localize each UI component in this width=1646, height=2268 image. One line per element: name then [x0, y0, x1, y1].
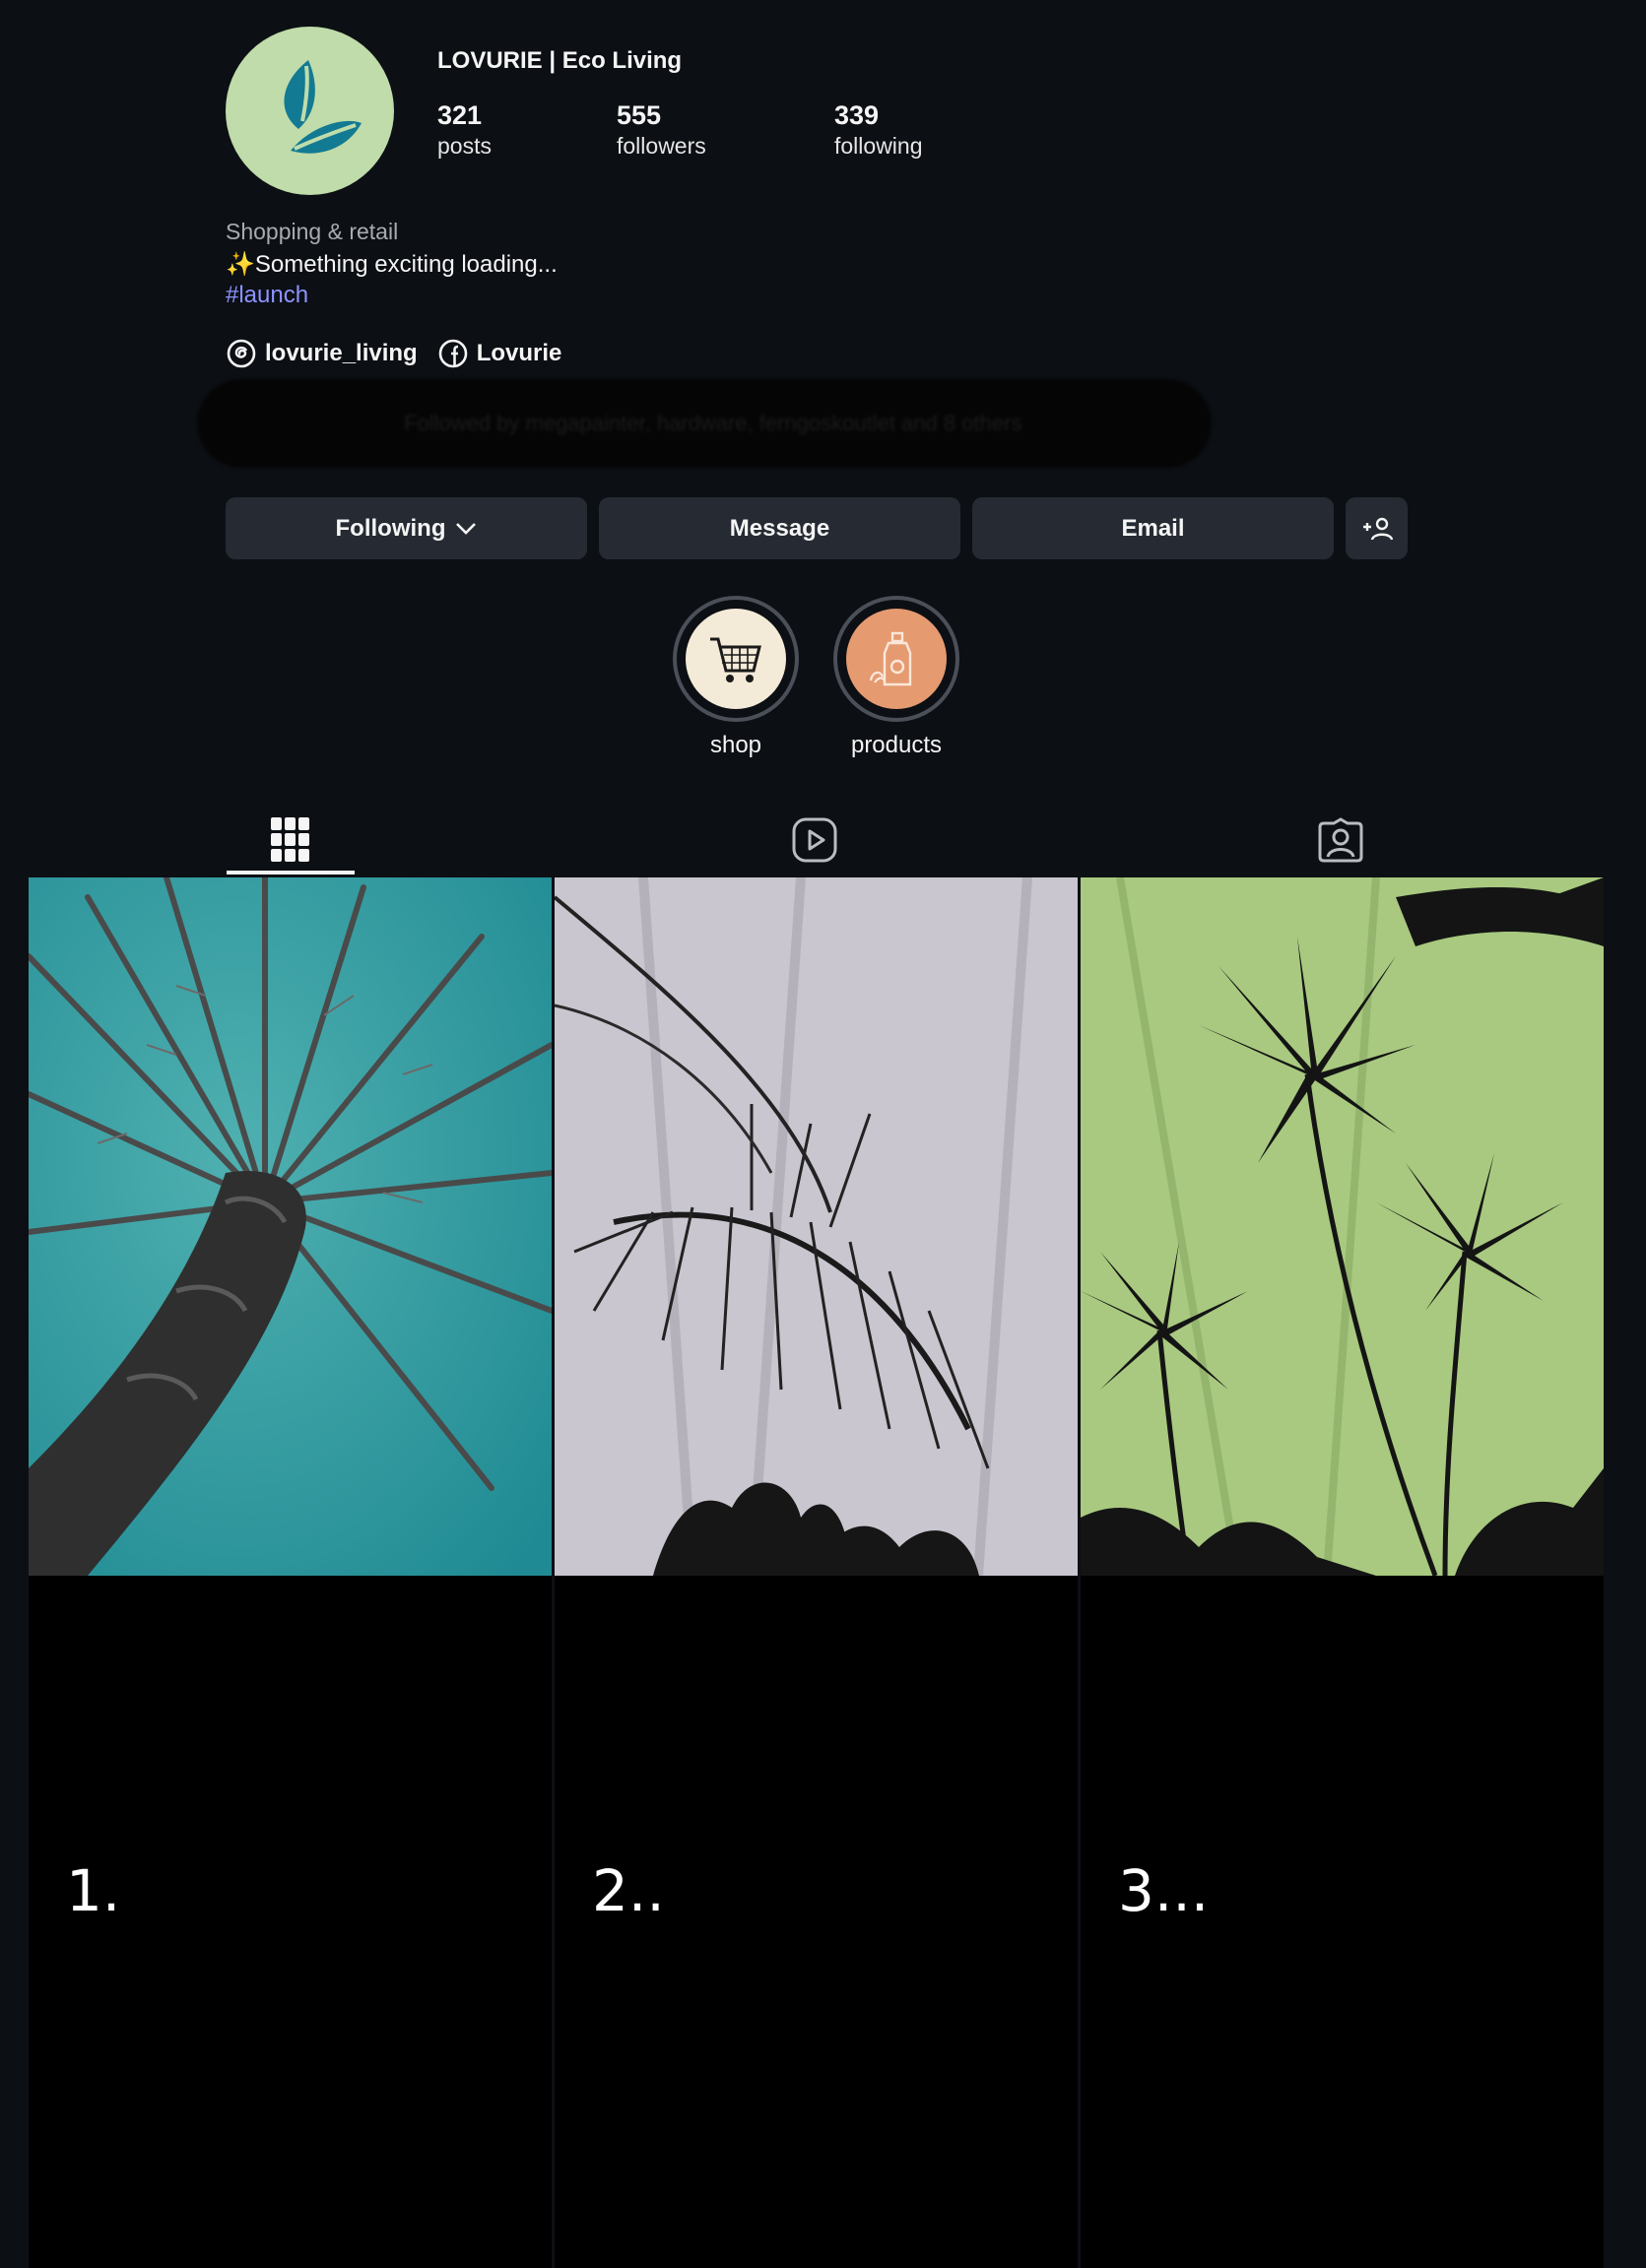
tab-reels[interactable] [751, 803, 879, 877]
following-button-label: Following [335, 514, 446, 542]
profile-avatar[interactable] [226, 27, 394, 195]
profile-bio: ✨Something exciting loading... [226, 251, 558, 278]
post-thumbnail-2[interactable] [555, 877, 1078, 1576]
following-count-value: 339 [834, 100, 880, 130]
followers-count-label: followers [617, 133, 706, 159]
post-thumbnail-5[interactable]: 2.. [555, 1576, 1078, 2268]
post-text: 2.. [592, 1857, 665, 1924]
post-thumbnail-1[interactable] [29, 877, 552, 1576]
cart-icon [710, 637, 761, 682]
followers-count[interactable]: 555 followers [617, 98, 706, 160]
tab-active-indicator [227, 871, 355, 875]
posts-count-value: 321 [437, 100, 483, 130]
add-user-button[interactable] [1346, 497, 1408, 559]
posts-count[interactable]: 321 posts [437, 98, 492, 160]
highlight-shop[interactable]: shop [673, 596, 799, 759]
post-thumbnail-6[interactable]: 3... [1081, 1576, 1604, 2268]
reels-icon [792, 817, 837, 863]
profile-category: Shopping & retail [226, 219, 399, 244]
chevron-down-icon [456, 522, 477, 535]
email-button[interactable]: Email [972, 497, 1334, 559]
message-button-label: Message [729, 514, 830, 542]
threads-icon [227, 339, 256, 368]
followed-by-redacted: Followed by megapainter, hardware, ferng… [197, 379, 1212, 468]
grid-divider [553, 1576, 555, 2268]
following-count-label: following [834, 133, 923, 159]
following-count[interactable]: 339 following [834, 98, 923, 160]
add-user-icon [1362, 517, 1393, 541]
highlight-label: products [850, 732, 943, 758]
message-button[interactable]: Message [599, 497, 960, 559]
highlight-cover [846, 609, 947, 709]
highlight-ring [673, 596, 799, 722]
facebook-link-label: Lovurie [476, 340, 562, 366]
tab-grid[interactable] [227, 803, 355, 877]
profile-username: LOVURIE | Eco Living [437, 47, 683, 74]
profile-hashtag[interactable]: #launch [226, 282, 308, 309]
palm-leaf-image [555, 877, 1078, 1576]
following-button[interactable]: Following [226, 497, 587, 559]
tagged-icon [1318, 817, 1363, 863]
palm-tree-image [29, 877, 552, 1576]
facebook-link[interactable]: Lovurie [437, 338, 562, 369]
post-text: 1. [66, 1857, 121, 1924]
grid-icon [271, 817, 309, 862]
highlight-cover [686, 609, 786, 709]
email-button-label: Email [1121, 514, 1185, 542]
facebook-icon [438, 339, 468, 368]
profile-links: lovurie_living Lovurie [226, 338, 561, 369]
leaf-logo-icon [283, 59, 362, 154]
grid-divider [1079, 1576, 1081, 2268]
threads-link-label: lovurie_living [265, 340, 418, 366]
highlight-products[interactable]: products [833, 596, 959, 759]
followed-by-text: Followed by megapainter, hardware, ferng… [404, 411, 1022, 435]
post-thumbnail-4[interactable]: 1. [29, 1576, 552, 2268]
post-text: 3... [1118, 1857, 1210, 1924]
post-thumbnail-3[interactable] [1081, 877, 1604, 1576]
highlight-ring [833, 596, 959, 722]
highlight-label: shop [709, 732, 762, 758]
posts-count-label: posts [437, 133, 492, 159]
followers-count-value: 555 [617, 100, 662, 130]
threads-link[interactable]: lovurie_living [226, 338, 418, 369]
bottle-icon [869, 631, 912, 686]
palm-forest-image [1081, 877, 1604, 1576]
tab-tagged[interactable] [1277, 803, 1405, 877]
